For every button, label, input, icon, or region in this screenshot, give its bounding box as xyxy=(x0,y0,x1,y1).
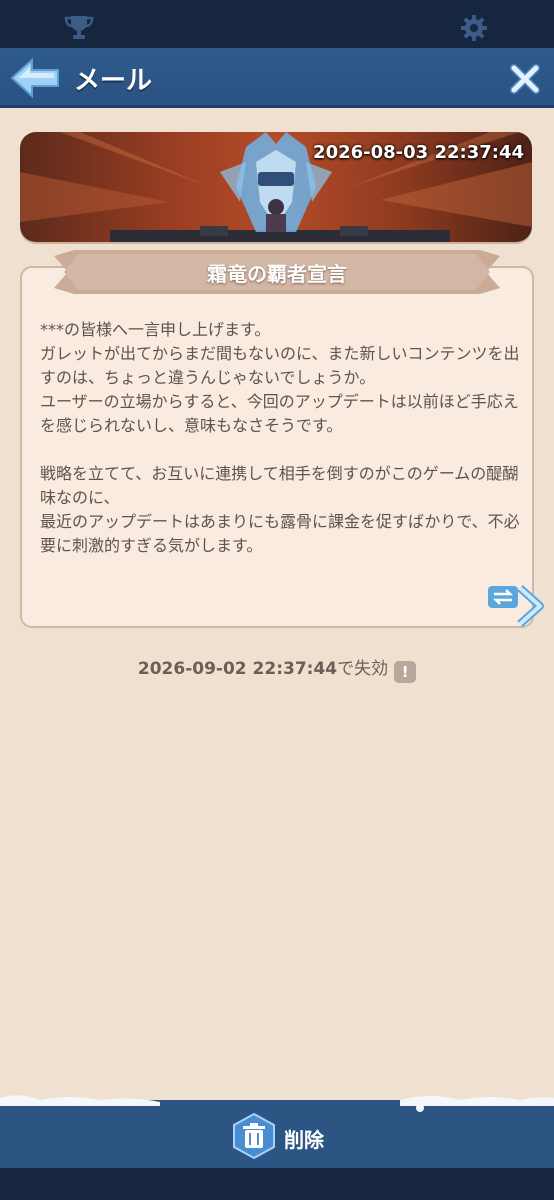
delete-label: 削除 xyxy=(284,1128,324,1152)
mail-title: 霜竜の覇者宣言 xyxy=(207,262,347,286)
close-icon[interactable] xyxy=(508,62,542,96)
page-title: メール xyxy=(74,66,153,96)
delete-button[interactable]: 削除 xyxy=(230,1112,380,1162)
warning-icon[interactable]: ! xyxy=(394,661,417,683)
trash-icon xyxy=(233,1112,275,1160)
expiry-line: 2026-09-02 22:37:44で失効! xyxy=(0,654,554,683)
translate-icon[interactable] xyxy=(486,582,548,630)
gear-icon[interactable] xyxy=(460,14,488,42)
expiry-suffix: で失効 xyxy=(337,659,389,679)
status-strip xyxy=(0,0,554,48)
bottom-strip xyxy=(0,1168,554,1200)
back-arrow-icon[interactable] xyxy=(8,56,62,100)
mail-body: ***の皆様へ一言申し上げます。 ガレットが出てからまだ間もないのに、また新しい… xyxy=(40,320,520,555)
mail-banner-image: 2026-08-03 22:37:44 xyxy=(20,132,532,242)
trophy-icon[interactable] xyxy=(64,14,94,40)
sent-date: 2026-08-03 22:37:44 xyxy=(313,142,524,163)
expiry-date: 2026-09-02 22:37:44 xyxy=(137,659,338,679)
header-bar: メール xyxy=(0,48,554,108)
